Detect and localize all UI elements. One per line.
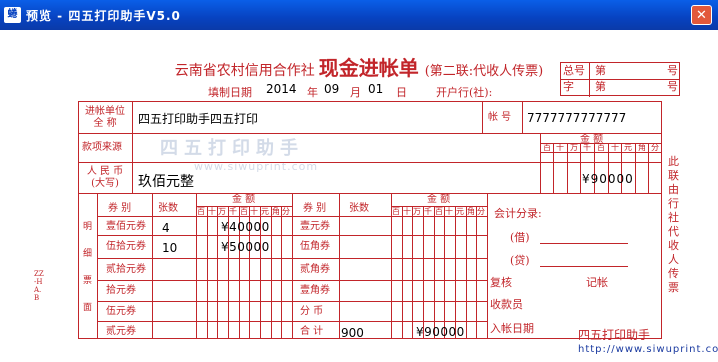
digit-unit-label: 元	[261, 207, 269, 216]
digit-unit-label: 千	[424, 207, 432, 216]
debit-label: (借)	[510, 231, 530, 244]
denomination-name: 伍拾元券	[106, 241, 146, 252]
denomination-name: 合 计	[300, 326, 324, 337]
account-value: 7777777777777	[527, 111, 627, 125]
close-button[interactable]: ✕	[691, 5, 712, 25]
digit-unit-label: 角	[467, 207, 475, 216]
digit-unit-label: 角	[272, 207, 280, 216]
detail-vertical-label: 明细票面	[83, 222, 93, 313]
denomination-count: 900	[341, 326, 364, 340]
rmb-label: 人 民 币 (大写)	[86, 166, 124, 189]
bank-name: 云南省农村信用合作社	[174, 63, 315, 79]
corner-suffix-1: 号	[667, 64, 678, 77]
digit-unit-label: 百	[543, 143, 551, 152]
digit-unit-label: 千	[583, 143, 591, 152]
day-value: 01	[368, 82, 384, 96]
corner-suffix-2: 号	[667, 80, 678, 93]
denomination-name: 伍角券	[300, 241, 330, 252]
title-bar: 蜷 预览 - 四五打印助手V5.0 ✕	[0, 0, 718, 30]
digit-unit-label: 元	[456, 207, 464, 216]
serial-box: 总号第号 字第号	[560, 62, 680, 97]
digit-unit-label: 万	[570, 143, 578, 152]
copy-note: (第二联:代收人传票)	[424, 64, 544, 79]
side-note: 此联由行社代收人传票	[668, 155, 679, 294]
year-unit: 年	[307, 86, 318, 99]
denomination-count: 4	[162, 221, 170, 235]
right-amount-header: 金 额	[427, 194, 451, 205]
denomination-name: 分 币	[300, 306, 324, 317]
left-count-header: 张数	[158, 203, 178, 214]
denomination-amount: ¥50000	[221, 240, 270, 254]
month-value: 09	[324, 82, 340, 96]
digit-unit-label: 十	[208, 207, 216, 216]
digit-unit-label: 万	[218, 207, 226, 216]
form-name: 现金进帐单	[318, 56, 419, 80]
digit-unit-label: 分	[651, 143, 659, 152]
denomination-amount: ¥40000	[221, 220, 270, 234]
month-unit: 月	[350, 86, 361, 99]
digit-unit-label: 十	[403, 207, 411, 216]
denomination-name: 伍元券	[106, 306, 136, 317]
accounting-label: 会计分录:	[494, 207, 542, 220]
account-label: 帐 号	[488, 112, 512, 123]
denomination-amount: ¥90000	[416, 325, 465, 339]
digit-unit-label: 十	[556, 143, 564, 152]
site-url: http://www.siwuprint.com	[578, 344, 718, 355]
denomination-name: 贰角券	[300, 264, 330, 275]
voucher-table	[78, 101, 662, 339]
brand-text: 四五打印助手	[578, 328, 651, 342]
denomination-name: 贰元券	[106, 326, 136, 337]
margin-code: ZZ-HA.B	[34, 270, 44, 302]
credit-label: (贷)	[510, 254, 530, 267]
review-label: 复核	[490, 276, 512, 289]
digit-unit-label: 分	[282, 207, 290, 216]
corner-label-1: 总号	[563, 64, 585, 77]
digit-unit-label: 分	[477, 207, 485, 216]
digit-unit-label: 百	[392, 207, 400, 216]
corner-num-1: 第	[595, 64, 606, 77]
denomination-name: 拾元券	[106, 285, 136, 296]
bank-label: 开户行(社):	[436, 86, 493, 99]
corner-num-2: 第	[595, 80, 606, 93]
denomination-count: 10	[162, 241, 178, 255]
payee-unit-label: 进帐单位 全 称	[85, 106, 125, 129]
left-type-header: 券 别	[108, 203, 132, 214]
payee-unit-value: 四五打印助手四五打印	[138, 112, 259, 126]
cashier-label: 收款员	[490, 298, 523, 311]
digit-unit-label: 百	[597, 143, 605, 152]
denomination-name: 壹佰元券	[106, 221, 146, 232]
rmb-value: 玖佰元整	[138, 174, 194, 190]
app-icon: 蜷	[4, 7, 21, 23]
fill-date-label: 填制日期	[208, 86, 252, 99]
entry-date-label: 入帐日期	[490, 322, 534, 335]
digit-unit-label: 十	[250, 207, 258, 216]
digit-unit-label: 十	[445, 207, 453, 216]
digit-unit-label: 百	[435, 207, 443, 216]
right-type-header: 券 别	[303, 203, 327, 214]
digit-unit-label: 十	[611, 143, 619, 152]
left-amount-header: 金 额	[232, 194, 256, 205]
digit-unit-label: 角	[638, 143, 646, 152]
day-unit: 日	[396, 86, 407, 99]
digit-unit-label: 元	[624, 143, 632, 152]
amount-digits: ¥90000	[582, 172, 634, 186]
digit-unit-label: 万	[413, 207, 421, 216]
window-title: 预览 - 四五打印助手V5.0	[26, 9, 181, 23]
denomination-name: 贰拾元券	[106, 264, 146, 275]
right-count-header: 张数	[349, 203, 369, 214]
digit-unit-label: 百	[197, 207, 205, 216]
corner-label-2: 字	[563, 80, 574, 93]
year-value: 2014	[266, 82, 297, 96]
bookkeeper-label: 记帐	[586, 276, 608, 289]
denomination-name: 壹角券	[300, 285, 330, 296]
digit-unit-label: 千	[229, 207, 237, 216]
source-label: 款项来源	[82, 142, 122, 153]
denomination-name: 壹元券	[300, 221, 330, 232]
digit-unit-label: 百	[240, 207, 248, 216]
